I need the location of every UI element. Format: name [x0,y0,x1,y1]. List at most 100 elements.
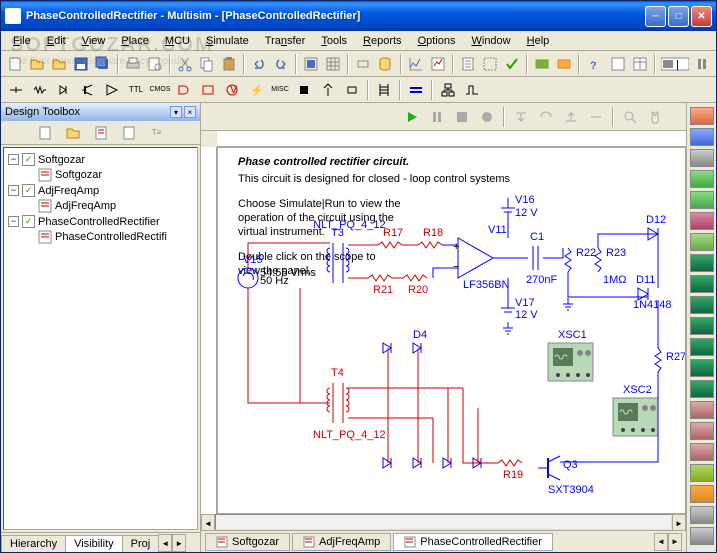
undo-button[interactable] [249,53,269,75]
rf-button[interactable] [317,79,339,101]
cmos-button[interactable]: CMOS [149,79,171,101]
tab-scroll-left[interactable]: ◄ [158,534,172,552]
graph-button[interactable] [406,53,426,75]
misc-digital-button[interactable] [173,79,195,101]
step-over-button[interactable] [535,106,557,128]
horizontal-scrollbar[interactable]: ◄ ► [201,514,686,530]
menu-place[interactable]: Place [113,33,157,49]
menu-view[interactable]: View [74,33,114,49]
save-button[interactable] [71,53,91,75]
panel-close[interactable]: × [184,106,196,118]
ladder-button[interactable] [373,79,395,101]
misc-button[interactable]: MISC [269,79,291,101]
menu-reports[interactable]: Reports [355,33,410,49]
open-button[interactable] [27,53,47,75]
doc-scroll-right[interactable]: ► [668,533,682,551]
spreadsheet-button[interactable] [630,53,650,75]
maximize-button[interactable]: □ [668,6,689,27]
transformer-t3[interactable]: T3 NLT_PQ_4_12 [313,219,386,283]
schematic-canvas[interactable]: Phase controlled rectifier circuit. This… [217,147,686,514]
open2-button[interactable] [49,53,69,75]
menu-simulate[interactable]: Simulate [198,33,257,49]
pause-sim-button[interactable] [692,53,712,75]
saveall-button[interactable] [93,53,113,75]
network-button[interactable] [690,380,714,398]
tree-new[interactable] [34,122,56,144]
menu-tools[interactable]: Tools [313,33,355,49]
tree-item-adjfreqamp[interactable]: − ✓ AdjFreqAmp [8,183,193,198]
menu-window[interactable]: Window [463,33,518,49]
probe-button[interactable] [690,506,714,524]
wattmeter-button[interactable] [690,149,714,167]
tree-child-phasecontrolled[interactable]: PhaseControlledRectifi [38,229,193,245]
postprocess-button[interactable] [428,53,448,75]
diode-button[interactable] [53,79,75,101]
select-button[interactable] [480,53,500,75]
doc-scroll-left[interactable]: ◄ [654,533,668,551]
tree-checkbox[interactable]: ✓ [22,153,35,166]
resistor-r18[interactable]: R18 [418,227,443,248]
print-button[interactable] [123,53,143,75]
grid-button[interactable] [323,53,343,75]
menu-edit[interactable]: Edit [39,33,74,49]
tree-item-softgozar[interactable]: − ✓ Softgozar [8,152,193,167]
diode-d4[interactable]: D4 [383,329,427,353]
tektronix-button[interactable] [690,464,714,482]
cut-button[interactable] [175,53,195,75]
function-gen-button[interactable] [690,128,714,146]
step-button[interactable] [585,106,607,128]
tree-rename[interactable] [118,122,140,144]
resistor-r23[interactable]: R23 1MΩ [595,247,627,286]
4ch-scope-button[interactable] [690,191,714,209]
tree-checkbox[interactable]: ✓ [22,215,35,228]
switch-button[interactable]: | [660,53,690,75]
basic-button[interactable] [29,79,51,101]
record-button[interactable] [476,106,498,128]
oscilloscope-xsc2[interactable]: XSC2 [613,384,658,436]
pulse-button[interactable] [461,79,483,101]
freq-counter-button[interactable] [690,233,714,251]
new-button[interactable] [5,53,25,75]
zoom-button[interactable] [619,106,641,128]
redo-button[interactable] [271,53,291,75]
tree-child-adjfreqamp[interactable]: AdjFreqAmp [38,198,193,214]
agilent-fg-button[interactable] [690,401,714,419]
tree-item-phasecontrolled[interactable]: − ✓ PhaseControlledRectifier [8,214,193,229]
copy-button[interactable] [197,53,217,75]
current-probe-button[interactable] [690,527,714,545]
menu-options[interactable]: Options [410,33,464,49]
stop-button[interactable] [451,106,473,128]
menu-help[interactable]: Help [519,33,558,49]
menu-file[interactable]: File [5,33,39,49]
menu-mcu[interactable]: MCU [157,33,198,49]
transformer-t4[interactable]: T4 NLT_PQ_4_12 [313,367,386,441]
pause-button[interactable] [426,106,448,128]
tab-project[interactable]: Proj [122,535,160,552]
tree-filter[interactable]: T≡ [146,122,168,144]
tree-collapse-icon[interactable]: − [8,154,19,165]
doc-tab-softgozar[interactable]: Softgozar [205,533,290,551]
electromech-button[interactable] [341,79,363,101]
tree-collapse-icon[interactable]: − [8,216,19,227]
voltage-source-v15[interactable]: 54.55 Vrms 50 Hz V15 [238,254,316,288]
transistor-button[interactable] [77,79,99,101]
oscilloscope-button[interactable] [690,170,714,188]
ttl-button[interactable]: TTL [125,79,147,101]
use-button[interactable] [502,53,522,75]
tree-collapse-icon[interactable]: − [8,185,19,196]
battery-v17[interactable]: V17 12 V [501,297,538,321]
logic-analyzer-button[interactable] [690,275,714,293]
panel-dropdown[interactable]: ▾ [170,106,182,118]
doc-tab-adjfreqamp[interactable]: AdjFreqAmp [292,533,391,551]
paste-button[interactable] [219,53,239,75]
multimeter-button[interactable] [690,107,714,125]
logic-converter-button[interactable] [690,296,714,314]
elvis-button[interactable] [532,53,552,75]
resistor-r21[interactable]: R21 [368,275,393,296]
resistor-r20[interactable]: R20 [403,275,428,296]
distortion-button[interactable] [690,338,714,356]
bom-button[interactable] [458,53,478,75]
run-button[interactable] [401,106,423,128]
battery-v16[interactable]: V16 12 V [501,194,538,222]
word-gen-button[interactable] [690,254,714,272]
